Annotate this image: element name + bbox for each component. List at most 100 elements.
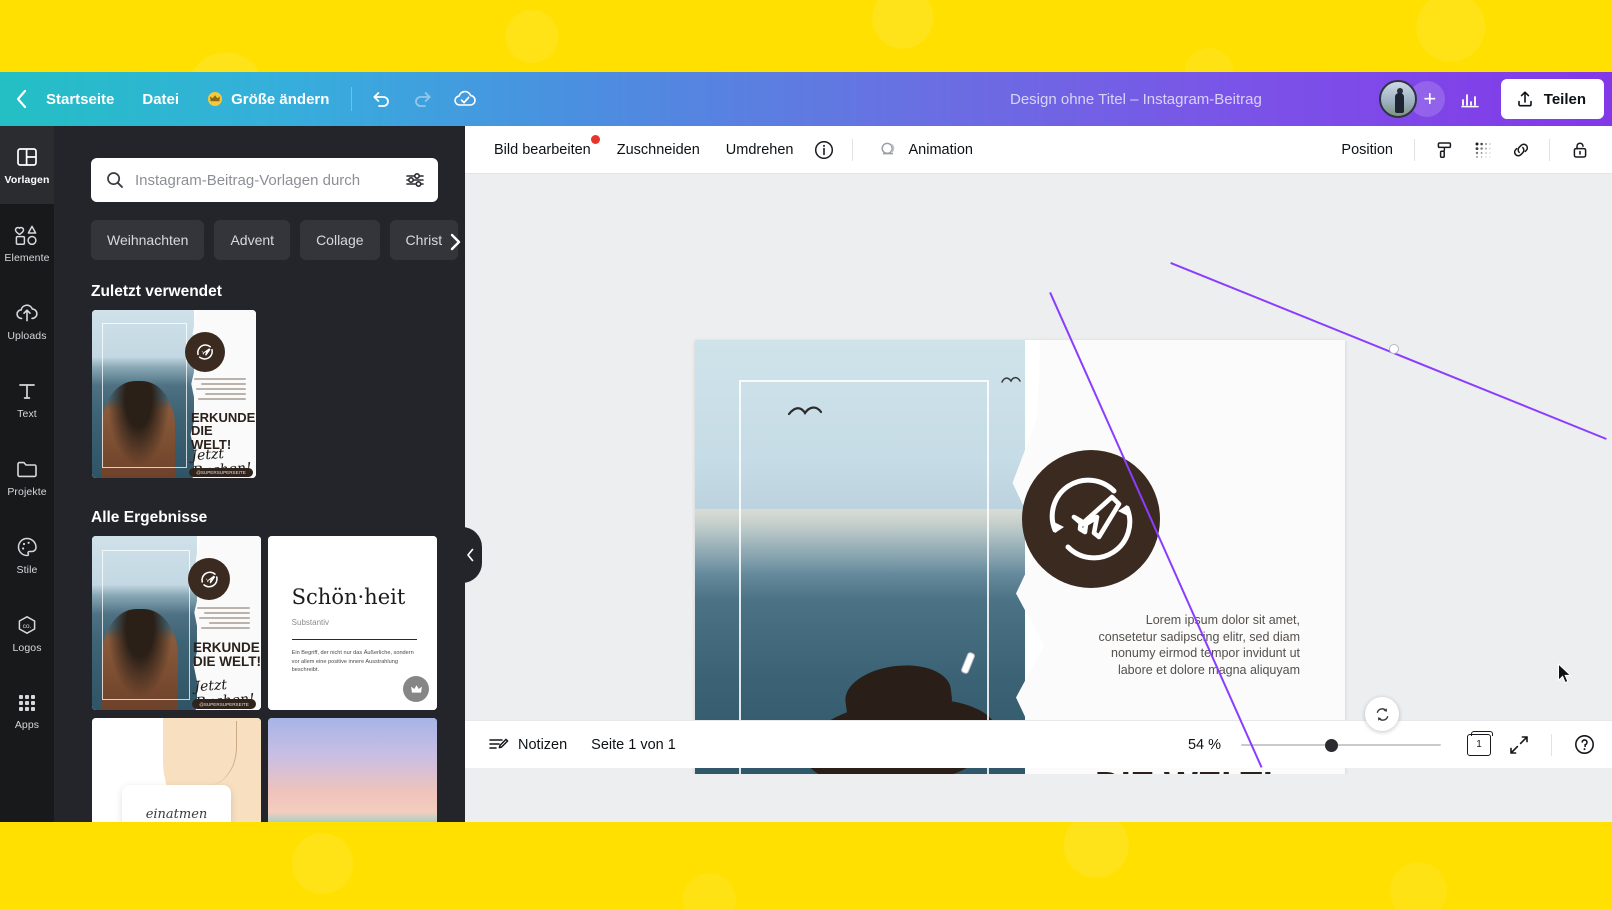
page-indicator[interactable]: Seite 1 von 1 [579, 728, 688, 762]
sidebar-item-vorlagen[interactable]: Vorlagen [0, 126, 54, 204]
template-card-breathe[interactable]: einatmen ausatmen [92, 718, 261, 822]
travel-template-art: ERKUNDEDIE WELT! Jetzt Buchen! @SUPERSUP… [92, 536, 261, 710]
share-label: Teilen [1543, 90, 1586, 108]
toolbar-divider [852, 138, 854, 161]
insights-bar-chart-icon[interactable] [1449, 80, 1491, 118]
template-card-recent-travel[interactable]: ERKUNDEDIE WELT! Jetzt Buchen! @SUPERSUP… [92, 310, 256, 478]
design-photo-layer[interactable] [695, 340, 1025, 774]
share-button[interactable]: Teilen [1500, 79, 1604, 119]
pages-icon: 1 [1467, 730, 1493, 756]
divider [291, 638, 417, 640]
sliders-icon[interactable] [404, 170, 426, 190]
sidebar-item-projekte[interactable]: Projekte [0, 438, 54, 516]
document-title[interactable]: Design ohne Titel – Instagram-Beitrag [1010, 72, 1262, 126]
beauty-body: Ein Begriff, der nicht nur das Äußerlich… [291, 650, 414, 674]
lock-icon[interactable] [1562, 133, 1598, 167]
left-icon-rail: Vorlagen Elemente Uploads Text Projekte [0, 126, 54, 822]
airplane-refresh-icon[interactable] [1022, 450, 1160, 588]
sidebar-label: Logos [12, 641, 42, 654]
notes-label: Notizen [518, 736, 568, 753]
template-card-travel[interactable]: ERKUNDEDIE WELT! Jetzt Buchen! @SUPERSUP… [92, 536, 261, 710]
body-text-lines [197, 607, 250, 632]
crown-icon [207, 92, 223, 106]
mouse-pointer-icon [1557, 663, 1573, 685]
tag-chip[interactable]: Advent [214, 220, 291, 260]
photo-frame [101, 323, 188, 468]
link-icon[interactable] [1503, 133, 1539, 167]
halftone-pattern-icon[interactable] [1465, 133, 1501, 167]
sidebar-item-stile[interactable]: Stile [0, 516, 54, 594]
help-button[interactable] [1566, 728, 1602, 762]
topbar-left-group: Startseite Datei Größe ändern [0, 80, 486, 118]
tag-chip[interactable]: Collage [300, 220, 380, 260]
topbar-divider [351, 87, 353, 111]
notes-button[interactable]: Notizen [475, 728, 579, 762]
fullscreen-button[interactable] [1501, 728, 1537, 762]
zoom-slider-knob[interactable] [1325, 738, 1338, 752]
search-box[interactable] [91, 158, 438, 202]
zoom-percentage: 54 % [1187, 736, 1221, 753]
zoom-slider[interactable] [1241, 736, 1441, 754]
sidebar-label: Elemente [4, 251, 50, 264]
body-text-lines [194, 378, 246, 403]
shapes-icon [14, 223, 40, 247]
animate-button[interactable]: Animation [867, 133, 983, 167]
template-handle: @SUPERSUPERSEITE [189, 468, 253, 477]
sidebar-label: Uploads [7, 329, 47, 342]
template-headline: ERKUNDE DIE WELT! [193, 640, 261, 669]
sidebar-item-uploads[interactable]: Uploads [0, 282, 54, 360]
design-page[interactable]: Lorem ipsum dolor sit amet, consetetur s… [695, 340, 1345, 774]
beauty-title: Schön·heit [291, 584, 406, 609]
file-menu-button[interactable]: Datei [128, 80, 193, 118]
sidebar-item-elemente[interactable]: Elemente [0, 204, 54, 282]
template-card-beauty[interactable]: Schön·heit Substantiv Ein Begriff, der n… [268, 536, 437, 710]
new-feature-dot [590, 134, 600, 144]
tag-filter-row: Weihnachten Advent Collage Christ [91, 220, 465, 260]
chevron-right-icon[interactable] [448, 232, 462, 252]
breathe-line1: einatmen [145, 807, 208, 822]
edit-image-label: Bild bearbeiten [494, 141, 591, 158]
bottom-divider [1551, 733, 1552, 756]
grid-apps-icon [16, 692, 38, 714]
resize-button[interactable]: Größe ändern [193, 80, 343, 118]
collaborators-group: + [1378, 80, 1445, 118]
crop-button[interactable]: Zuschneiden [606, 133, 711, 167]
position-button[interactable]: Position [1330, 133, 1404, 167]
airplane-refresh-icon [188, 558, 230, 600]
back-chevron-icon[interactable] [10, 80, 32, 118]
selection-handle[interactable] [1389, 344, 1399, 354]
section-all-title: Alle Ergebnisse [91, 509, 208, 526]
context-toolbar: Bild bearbeiten Zuschneiden Umdrehen Ani… [465, 126, 1612, 174]
beach-template-art: Der Sommer ist da [268, 718, 437, 822]
pages-view-button[interactable]: 1 [1461, 728, 1497, 762]
breathe-template-art: einatmen ausatmen [92, 718, 261, 822]
white-photo-frame [739, 380, 989, 774]
redo-icon[interactable] [402, 80, 444, 118]
search-icon [105, 170, 125, 190]
sidebar-label: Stile [16, 563, 38, 576]
paint-roller-icon[interactable] [1427, 133, 1463, 167]
template-card-beach[interactable]: Der Sommer ist da [268, 718, 437, 822]
sidebar-item-logos[interactable]: co. Logos [0, 594, 54, 672]
cloud-check-icon[interactable] [444, 80, 486, 118]
search-input[interactable] [135, 171, 394, 189]
toolbar-divider [1549, 139, 1550, 161]
avatar[interactable] [1378, 80, 1417, 118]
home-button[interactable]: Startseite [32, 80, 128, 118]
template-handle: @SUPERSUPERSEITE [192, 699, 256, 709]
sidebar-item-text[interactable]: Text [0, 360, 54, 438]
notes-icon [487, 735, 509, 755]
edit-image-button[interactable]: Bild bearbeiten [483, 133, 602, 167]
logo-hex-icon: co. [14, 613, 40, 637]
flip-button[interactable]: Umdrehen [715, 133, 805, 167]
templates-icon [15, 145, 39, 169]
undo-icon[interactable] [360, 80, 402, 118]
bottom-status-bar: Notizen Seite 1 von 1 54 % 1 [465, 720, 1612, 768]
canvas-area[interactable]: Lorem ipsum dolor sit amet, consetetur s… [465, 174, 1612, 774]
info-circle-icon[interactable] [806, 133, 842, 167]
design-body-text[interactable]: Lorem ipsum dolor sit amet, consetetur s… [1085, 612, 1301, 678]
tag-chip[interactable]: Weihnachten [91, 220, 205, 260]
rotate-handle-image[interactable] [1365, 697, 1399, 731]
sidebar-item-apps[interactable]: Apps [0, 672, 54, 750]
bird-silhouette-small [1000, 374, 1022, 386]
